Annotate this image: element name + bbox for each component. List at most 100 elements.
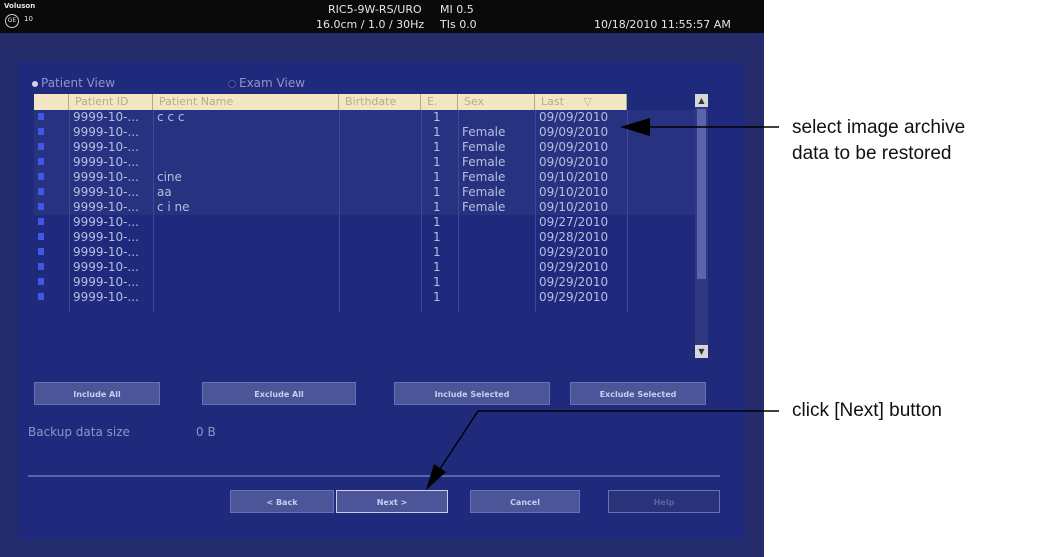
cell-e: 1 bbox=[433, 215, 441, 229]
patient-view-label: Patient View bbox=[41, 76, 116, 90]
exam-view-radio[interactable]: Exam View bbox=[228, 76, 305, 90]
cell-birth bbox=[339, 155, 421, 170]
cell-sex bbox=[458, 110, 535, 125]
exam-view-label: Exam View bbox=[239, 76, 306, 90]
cell-id: 9999-10-... bbox=[73, 200, 139, 214]
cell-name bbox=[153, 260, 339, 275]
brand-label: Voluson bbox=[4, 2, 36, 10]
cell-id: 9999-10-... bbox=[73, 215, 139, 229]
cell-name: cine bbox=[157, 170, 182, 184]
table-row[interactable]: 9999-10-... c c c 1 09/09/2010 bbox=[34, 110, 695, 125]
header-patient-name[interactable]: Patient Name bbox=[153, 94, 339, 110]
row-checkbox[interactable] bbox=[38, 158, 44, 165]
mi-value: MI 0.5 bbox=[440, 3, 474, 16]
row-checkbox[interactable] bbox=[38, 113, 44, 120]
sort-indicator-icon: ▽ bbox=[583, 95, 592, 108]
table-row[interactable]: 9999-10-... 1 Female 09/09/2010 bbox=[34, 140, 695, 155]
table-row[interactable]: 9999-10-... c i ne 1 Female 09/10/2010 bbox=[34, 200, 695, 215]
header-last-label: Last bbox=[541, 95, 564, 108]
row-checkbox[interactable] bbox=[38, 188, 44, 195]
table-row[interactable]: 9999-10-... 1 09/27/2010 bbox=[34, 215, 695, 230]
cell-id: 9999-10-... bbox=[73, 230, 139, 244]
column-separator bbox=[535, 110, 536, 312]
include-selected-button[interactable]: Include Selected bbox=[394, 382, 550, 405]
cell-last: 09/09/2010 bbox=[539, 125, 609, 139]
cell-last: 09/10/2010 bbox=[539, 200, 609, 214]
cell-id: 9999-10-... bbox=[73, 275, 139, 289]
cell-id: 9999-10-... bbox=[73, 155, 139, 169]
row-checkbox[interactable] bbox=[38, 293, 44, 300]
cell-sex bbox=[458, 260, 535, 275]
cell-id: 9999-10-... bbox=[73, 110, 139, 124]
cell-sex: Female bbox=[462, 155, 506, 169]
backup-size-value: 0 B bbox=[196, 425, 216, 439]
scroll-down-icon[interactable]: ▼ bbox=[695, 345, 708, 358]
scroll-up-icon[interactable]: ▲ bbox=[695, 94, 708, 107]
select-callout-line1: select image archive bbox=[792, 117, 966, 138]
cell-sex: Female bbox=[462, 140, 506, 154]
cell-birth bbox=[339, 215, 421, 230]
select-callout-line2: data to be restored bbox=[792, 143, 952, 164]
header-birthdate[interactable]: Birthdate bbox=[339, 94, 421, 110]
cell-last: 09/29/2010 bbox=[539, 260, 609, 274]
cell-last: 09/29/2010 bbox=[539, 245, 609, 259]
status-bar: Voluson GE 10 RIC5-9W-RS/URO MI 0.5 16.0… bbox=[0, 0, 764, 33]
help-button[interactable]: Help bbox=[608, 490, 720, 513]
cell-birth bbox=[339, 230, 421, 245]
cell-id: 9999-10-... bbox=[73, 260, 139, 274]
row-checkbox[interactable] bbox=[38, 278, 44, 285]
backup-size-label: Backup data size bbox=[28, 425, 130, 439]
exclude-selected-button[interactable]: Exclude Selected bbox=[570, 382, 706, 405]
cell-sex bbox=[458, 230, 535, 245]
row-checkbox[interactable] bbox=[38, 128, 44, 135]
cell-e: 1 bbox=[433, 125, 441, 139]
exclude-all-button[interactable]: Exclude All bbox=[202, 382, 356, 405]
row-checkbox[interactable] bbox=[38, 218, 44, 225]
table-row[interactable]: 9999-10-... 1 09/29/2010 bbox=[34, 290, 695, 305]
cell-birth bbox=[339, 185, 421, 200]
include-all-button[interactable]: Include All bbox=[34, 382, 160, 405]
table-row[interactable]: 9999-10-... 1 Female 09/09/2010 bbox=[34, 125, 695, 140]
cell-last: 09/10/2010 bbox=[539, 170, 609, 184]
header-sex[interactable]: Sex bbox=[458, 94, 535, 110]
cell-name bbox=[153, 155, 339, 170]
cancel-button[interactable]: Cancel bbox=[470, 490, 580, 513]
table-row[interactable]: 9999-10-... 1 09/28/2010 bbox=[34, 230, 695, 245]
header-select[interactable] bbox=[34, 94, 69, 110]
cell-id: 9999-10-... bbox=[73, 125, 139, 139]
patient-view-radio[interactable]: Patient View bbox=[32, 76, 115, 90]
cell-last: 09/29/2010 bbox=[539, 290, 609, 304]
row-checkbox[interactable] bbox=[38, 173, 44, 180]
table-row[interactable]: 9999-10-... 1 09/29/2010 bbox=[34, 260, 695, 275]
cell-last: 09/09/2010 bbox=[539, 110, 609, 124]
cell-e: 1 bbox=[433, 110, 441, 124]
header-last[interactable]: Last ▽ bbox=[535, 94, 627, 110]
header-patient-id[interactable]: Patient ID bbox=[69, 94, 153, 110]
table-row[interactable]: 9999-10-... cine 1 Female 09/10/2010 bbox=[34, 170, 695, 185]
table-row[interactable]: 9999-10-... 1 Female 09/09/2010 bbox=[34, 155, 695, 170]
row-checkbox[interactable] bbox=[38, 248, 44, 255]
table-row[interactable]: 9999-10-... 1 09/29/2010 bbox=[34, 275, 695, 290]
scroll-thumb[interactable] bbox=[697, 109, 706, 279]
cell-name bbox=[153, 215, 339, 230]
cell-sex bbox=[458, 215, 535, 230]
table-row[interactable]: 9999-10-... aa 1 Female 09/10/2010 bbox=[34, 185, 695, 200]
next-button[interactable]: Next > bbox=[336, 490, 448, 513]
ge-logo-icon: GE bbox=[5, 14, 19, 28]
row-checkbox[interactable] bbox=[38, 233, 44, 240]
row-checkbox[interactable] bbox=[38, 203, 44, 210]
ultrasound-screen: Voluson GE 10 RIC5-9W-RS/URO MI 0.5 16.0… bbox=[0, 0, 764, 557]
row-checkbox[interactable] bbox=[38, 263, 44, 270]
back-button[interactable]: < Back bbox=[230, 490, 334, 513]
cell-sex: Female bbox=[462, 170, 506, 184]
cell-e: 1 bbox=[433, 245, 441, 259]
table-scrollbar[interactable]: ▲ ▼ bbox=[695, 94, 708, 358]
cell-id: 9999-10-... bbox=[73, 140, 139, 154]
cell-e: 1 bbox=[433, 275, 441, 289]
cell-name: aa bbox=[157, 185, 172, 199]
header-exams[interactable]: E. bbox=[421, 94, 458, 110]
row-checkbox[interactable] bbox=[38, 143, 44, 150]
cell-last: 09/29/2010 bbox=[539, 275, 609, 289]
cell-id: 9999-10-... bbox=[73, 290, 139, 304]
table-row[interactable]: 9999-10-... 1 09/29/2010 bbox=[34, 245, 695, 260]
